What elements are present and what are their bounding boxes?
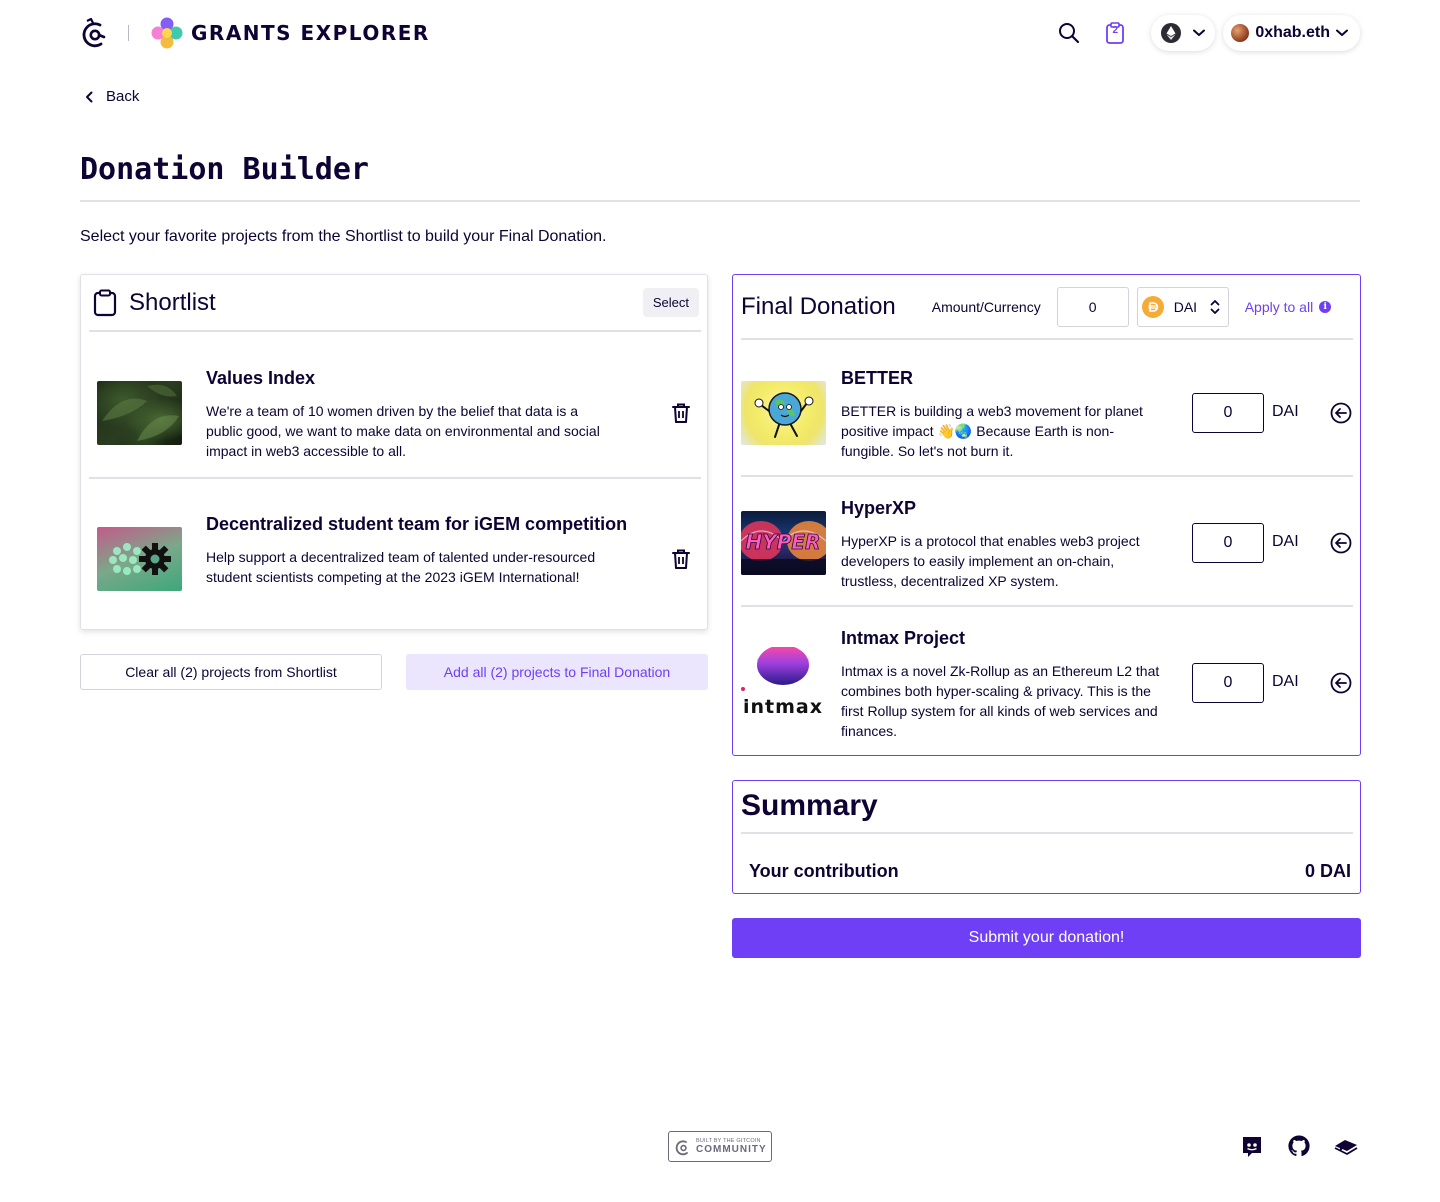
bulk-amount-input[interactable]: 0 (1056, 286, 1129, 327)
back-label: Back (106, 88, 140, 105)
gitbook-icon[interactable] (1334, 1134, 1358, 1158)
shortlist-card: Shortlist Select Values Index We're a te… (80, 274, 708, 630)
donation-currency: DAI (1272, 673, 1299, 690)
summary-card: Summary Your contribution 0 DAI (732, 780, 1361, 894)
donation-currency: DAI (1272, 533, 1299, 550)
ethereum-icon (1161, 23, 1182, 43)
add-all-to-final-button[interactable]: Add all (2) projects to Final Donation (406, 654, 708, 690)
select-button[interactable]: Select (642, 288, 699, 317)
project-thumbnail: HYPER (741, 511, 826, 575)
project-title: HyperXP (841, 498, 917, 518)
list-item: intmax Intmax Project Intmax is a novel … (741, 607, 1353, 757)
back-link[interactable]: Back (84, 88, 139, 105)
gitcoin-logo-icon[interactable] (80, 16, 108, 50)
donation-currency: DAI (1272, 403, 1299, 420)
remove-from-donation-icon[interactable] (1330, 402, 1352, 424)
chevron-left-icon (86, 91, 93, 102)
shortlist-cart-button[interactable]: 2 (1105, 22, 1125, 44)
account-name: 0xhab.eth (1255, 24, 1330, 41)
remove-from-donation-icon[interactable] (1330, 672, 1352, 694)
chevron-down-icon (1193, 29, 1206, 36)
gitcoin-logo-icon (675, 1139, 688, 1155)
project-description: Help support a decentralized team of tal… (206, 549, 596, 585)
project-thumbnail (97, 381, 182, 445)
built-by-gitcoin-badge[interactable]: BUILT BY THE GITCOIN COMMUNITY (668, 1131, 772, 1162)
project-thumbnail: intmax (741, 647, 826, 719)
apply-to-all-label: Apply to all (1244, 298, 1314, 315)
page-intro: Select your favorite projects from the S… (80, 228, 607, 245)
project-description: Intmax is a novel Zk-Rollup as an Ethere… (841, 663, 1160, 739)
logo-divider (128, 25, 129, 41)
grants-flower-logo-icon[interactable] (151, 17, 183, 49)
badge-big-text: COMMUNITY (696, 1144, 767, 1155)
final-donation-header: Final Donation Amount/Currency 0 DAI App… (741, 275, 1353, 340)
amount-currency-label: Amount/Currency (931, 298, 1041, 315)
final-donation-title: Final Donation (741, 292, 896, 320)
title-divider (80, 200, 1360, 202)
currency-select[interactable]: DAI (1136, 286, 1229, 327)
clear-shortlist-button[interactable]: Clear all (2) projects from Shortlist (80, 654, 382, 690)
list-item[interactable]: Values Index We're a team of 10 women dr… (89, 333, 701, 479)
submit-donation-button[interactable]: Submit your donation! (732, 918, 1361, 958)
donation-amount-input[interactable]: 0 (1192, 393, 1264, 433)
page-title: Donation Builder (80, 152, 369, 187)
list-item: HYPER HyperXP HyperXP is a protocol that… (741, 477, 1353, 607)
project-title: Intmax Project (841, 628, 966, 648)
github-icon[interactable] (1287, 1134, 1311, 1158)
dai-icon (1141, 295, 1164, 318)
chevron-down-icon (1336, 29, 1348, 36)
chevron-up-down-icon (1210, 299, 1220, 314)
project-description: BETTER is building a web3 movement for p… (841, 403, 1143, 459)
final-donation-card: Final Donation Amount/Currency 0 DAI App… (732, 274, 1361, 756)
contribution-label: Your contribution (749, 861, 899, 881)
header-actions: 2 0xhab.eth (1057, 15, 1360, 51)
avatar (1231, 24, 1250, 42)
project-title: Decentralized student team for iGEM comp… (206, 514, 628, 534)
project-thumbnail (97, 527, 182, 591)
project-description: HyperXP is a protocol that enables web3 … (841, 533, 1140, 589)
info-icon[interactable]: i (1319, 300, 1332, 313)
intmax-logo-text: intmax (743, 696, 823, 718)
remove-from-donation-icon[interactable] (1330, 532, 1352, 554)
trash-icon[interactable] (671, 548, 691, 570)
contribution-value: 0 DAI (1304, 861, 1351, 881)
list-item[interactable]: Decentralized student team for iGEM comp… (89, 481, 701, 627)
list-item: BETTER BETTER is building a web3 movemen… (741, 347, 1353, 477)
discord-icon[interactable] (1240, 1134, 1264, 1158)
trash-icon[interactable] (671, 402, 691, 424)
shortlist-count-badge: 2 (1112, 25, 1119, 36)
svg-text:HYPER: HYPER (746, 530, 821, 554)
account-menu[interactable]: 0xhab.eth (1223, 15, 1360, 51)
donation-amount-input[interactable]: 0 (1192, 523, 1264, 563)
project-thumbnail (741, 381, 826, 445)
summary-title: Summary (741, 789, 878, 822)
shortlist-title: Shortlist (129, 288, 216, 316)
currency-value: DAI (1173, 298, 1198, 315)
project-description: We're a team of 10 women driven by the b… (206, 403, 600, 459)
project-title: BETTER (841, 368, 913, 388)
project-title: Values Index (206, 368, 316, 388)
summary-divider (741, 832, 1353, 834)
shortlist-header: Shortlist Select (89, 275, 701, 332)
donation-amount-input[interactable]: 0 (1192, 663, 1264, 703)
apply-to-all-link[interactable]: Apply to all i (1244, 298, 1332, 315)
search-icon[interactable] (1057, 21, 1081, 45)
top-nav: GRANTS EXPLORER 2 0xhab.eth (80, 14, 1360, 52)
brand-title[interactable]: GRANTS EXPLORER (191, 21, 430, 45)
chain-selector[interactable] (1151, 15, 1215, 51)
clipboard-icon (93, 289, 117, 316)
